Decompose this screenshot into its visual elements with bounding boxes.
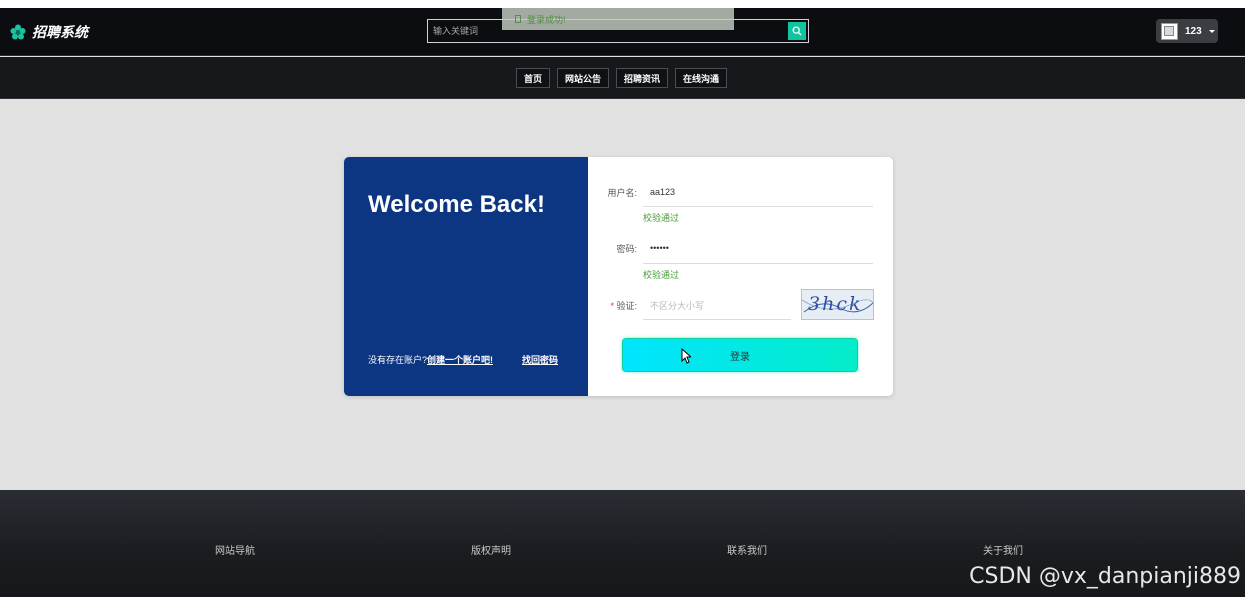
- site-footer: 网站导航 版权声明 联系我们 关于我们 CSDN @vx_danpianji88…: [0, 490, 1245, 597]
- broken-image-icon: [1161, 22, 1178, 40]
- captcha-underline: [643, 319, 791, 320]
- site-logo[interactable]: 招聘系统: [10, 22, 88, 42]
- captcha-label-text: 验证:: [616, 301, 637, 311]
- required-star: *: [610, 301, 614, 311]
- top-header: 招聘系统 登录成功! 123: [0, 0, 1245, 56]
- account-links: 没有存在账户? 创建一个账户吧! 找回密码: [368, 353, 558, 366]
- user-name: 123: [1185, 25, 1202, 37]
- flower-icon: [10, 24, 26, 40]
- success-icon: [515, 15, 521, 23]
- nav-item-job-news[interactable]: 招聘资讯: [616, 68, 669, 88]
- welcome-panel: Welcome Back! 没有存在账户? 创建一个账户吧! 找回密码: [344, 157, 588, 396]
- site-title: 招聘系统: [32, 24, 88, 40]
- captcha-image[interactable]: 3hck: [801, 289, 874, 320]
- footer-nav-link[interactable]: 网站导航: [215, 542, 255, 557]
- login-form: 用户名: aa123 校验通过 密码: •••••• 校验通过 * 验证: 不区…: [588, 157, 893, 396]
- captcha-label: * 验证:: [597, 299, 637, 312]
- user-menu[interactable]: 123: [1156, 19, 1218, 43]
- login-card: Welcome Back! 没有存在账户? 创建一个账户吧! 找回密码 用户名:…: [344, 157, 893, 396]
- password-valid-message: 校验通过: [643, 270, 680, 280]
- login-button[interactable]: 登录: [622, 338, 858, 372]
- username-input[interactable]: aa123: [650, 187, 675, 197]
- search-button[interactable]: [788, 22, 806, 40]
- username-valid-message: 校验通过: [643, 213, 680, 223]
- caret-down-icon: [1208, 30, 1215, 33]
- success-toast: 登录成功!: [502, 8, 734, 30]
- window-top-edge: [0, 0, 1245, 8]
- username-underline: [643, 206, 873, 207]
- no-account-text: 没有存在账户?: [368, 355, 428, 365]
- footer-contact-link[interactable]: 联系我们: [727, 542, 767, 557]
- watermark: CSDN @vx_danpianji889: [969, 564, 1241, 589]
- register-link[interactable]: 创建一个账户吧!: [427, 353, 493, 366]
- nav-item-home[interactable]: 首页: [516, 68, 551, 88]
- nav-item-online-chat[interactable]: 在线沟通: [675, 68, 728, 88]
- captcha-input[interactable]: 不区分大小写: [650, 299, 704, 312]
- nav-item-announcements[interactable]: 网站公告: [557, 68, 610, 88]
- username-label: 用户名:: [607, 188, 637, 198]
- nav-items: 首页 网站公告 招聘资讯 在线沟通: [516, 68, 728, 88]
- password-underline: [643, 263, 873, 264]
- password-input[interactable]: ••••••: [650, 243, 669, 253]
- mouse-cursor-icon: [681, 348, 691, 364]
- welcome-title: Welcome Back!: [368, 191, 545, 218]
- main-nav: 首页 网站公告 招聘资讯 在线沟通: [0, 57, 1245, 99]
- footer-copyright-link[interactable]: 版权声明: [471, 542, 511, 557]
- forgot-password-link[interactable]: 找回密码: [522, 353, 558, 366]
- search-icon: [792, 26, 802, 36]
- toast-message: 登录成功!: [527, 14, 566, 25]
- password-label: 密码:: [616, 244, 637, 254]
- footer-about-link[interactable]: 关于我们: [983, 542, 1023, 557]
- captcha-text: 3hck: [808, 293, 863, 315]
